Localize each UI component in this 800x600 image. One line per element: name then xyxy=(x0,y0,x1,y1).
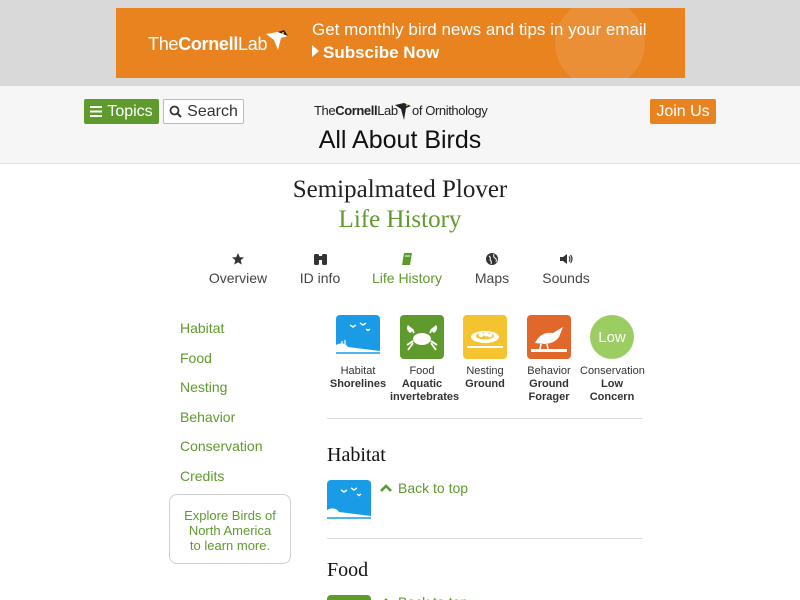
cornell-lab-logo[interactable]: TheCornellLab xyxy=(314,103,398,118)
ground-nest-icon xyxy=(463,315,507,359)
explore-line: North America xyxy=(188,523,272,538)
summary-category: Behavior xyxy=(527,365,571,377)
summary-nesting[interactable]: Nesting Ground xyxy=(453,315,517,391)
topics-button[interactable]: Topics xyxy=(84,99,159,124)
summary-category: Conservation xyxy=(580,365,645,377)
tab-sounds[interactable]: Sounds xyxy=(541,252,591,286)
summary-value: Low xyxy=(601,378,623,390)
explore-line: Explore Birds of xyxy=(184,508,276,523)
speaker-icon xyxy=(559,254,573,264)
summary-value: Aquatic xyxy=(401,378,443,390)
ad-banner-band: TheCornellLab Get monthly bird news and … xyxy=(0,0,800,86)
section-divider xyxy=(327,418,643,419)
join-us-button[interactable]: Join Us xyxy=(650,99,716,124)
search-icon xyxy=(169,105,182,118)
search-label: Search xyxy=(187,102,238,120)
menu-icon xyxy=(90,106,103,117)
search-button[interactable]: Search xyxy=(163,99,244,124)
summary-behavior[interactable]: Behavior Ground Forager xyxy=(517,315,581,404)
summary-habitat[interactable]: Habitat Shorelines xyxy=(326,315,390,391)
ad-subscribe-link[interactable]: Subscibe Now xyxy=(312,43,439,63)
ad-cornell-lab-logo: TheCornellLab xyxy=(148,34,268,54)
tab-label: Overview xyxy=(208,270,268,286)
ground-forager-icon xyxy=(527,315,571,359)
summary-category: Food xyxy=(409,365,435,377)
nav-item-nesting[interactable]: Nesting xyxy=(180,379,263,409)
binoculars-icon xyxy=(313,254,327,265)
shoreline-icon xyxy=(327,480,371,524)
globe-icon xyxy=(486,253,498,265)
chevron-up-icon xyxy=(380,484,392,492)
back-to-top-link[interactable]: Back to top xyxy=(380,480,468,496)
tab-maps[interactable]: Maps xyxy=(473,252,511,286)
site-title[interactable]: All About Birds xyxy=(0,126,800,155)
section-nav: Habitat Food Nesting Behavior Conservati… xyxy=(180,320,263,497)
tab-overview[interactable]: Overview xyxy=(207,252,269,286)
tab-label: Life History xyxy=(371,270,443,286)
nav-item-food[interactable]: Food xyxy=(180,350,263,380)
summary-value: Shorelines xyxy=(329,378,387,390)
play-triangle-icon xyxy=(312,45,319,57)
summary-value: Concern xyxy=(589,391,635,403)
summary-conservation[interactable]: Low Conservation Low Concern xyxy=(580,315,645,404)
page-subtitle: Life History xyxy=(338,206,462,233)
species-name: Semipalmated Plover xyxy=(292,176,508,203)
cornell-bird-logo-icon xyxy=(395,103,411,120)
summary-value: Ground xyxy=(529,378,569,390)
section-divider xyxy=(327,538,643,539)
summary-value: Forager xyxy=(528,391,570,403)
explore-line: to learn more. xyxy=(189,538,271,553)
tab-label: Maps xyxy=(474,270,510,286)
summary-category: Habitat xyxy=(340,365,376,377)
book-icon xyxy=(402,253,412,265)
topics-label: Topics xyxy=(107,102,153,120)
summary-value: Ground xyxy=(465,378,505,390)
summary-value: invertebrates xyxy=(390,391,460,403)
nav-item-conservation[interactable]: Conservation xyxy=(180,438,263,468)
site-header: Topics Search TheCornellLab of Ornitholo… xyxy=(0,86,800,164)
ad-headline: Get monthly bird news and tips in your e… xyxy=(312,20,647,39)
species-tabs: Overview ID info Life History Maps Sound… xyxy=(0,252,800,292)
tab-label: ID info xyxy=(299,270,341,286)
back-to-top-link[interactable]: Back to top xyxy=(380,594,468,600)
ad-bird-logo-icon xyxy=(266,30,288,50)
tab-life-history[interactable]: Life History xyxy=(371,252,443,286)
nav-item-credits[interactable]: Credits xyxy=(180,468,263,498)
newsletter-ad[interactable]: TheCornellLab Get monthly bird news and … xyxy=(116,8,685,78)
crab-icon xyxy=(327,595,371,600)
star-icon xyxy=(232,253,244,265)
habitat-heading: Habitat xyxy=(327,444,386,466)
ad-decoration xyxy=(555,8,645,78)
tab-label: Sounds xyxy=(542,270,590,286)
conservation-badge: Low xyxy=(590,315,634,359)
summary-food[interactable]: Food Aquatic invertebrates xyxy=(390,315,460,404)
explore-birds-link[interactable]: Explore Birds of North America to learn … xyxy=(169,494,291,564)
cornell-lab-logo-suffix: of Ornithology xyxy=(412,103,488,118)
crab-icon xyxy=(400,315,444,359)
shoreline-icon xyxy=(336,315,380,359)
nav-item-behavior[interactable]: Behavior xyxy=(180,409,263,439)
food-heading: Food xyxy=(327,559,369,581)
nav-item-habitat[interactable]: Habitat xyxy=(180,320,263,350)
tab-id-info[interactable]: ID info xyxy=(297,252,343,286)
summary-category: Nesting xyxy=(466,365,504,377)
